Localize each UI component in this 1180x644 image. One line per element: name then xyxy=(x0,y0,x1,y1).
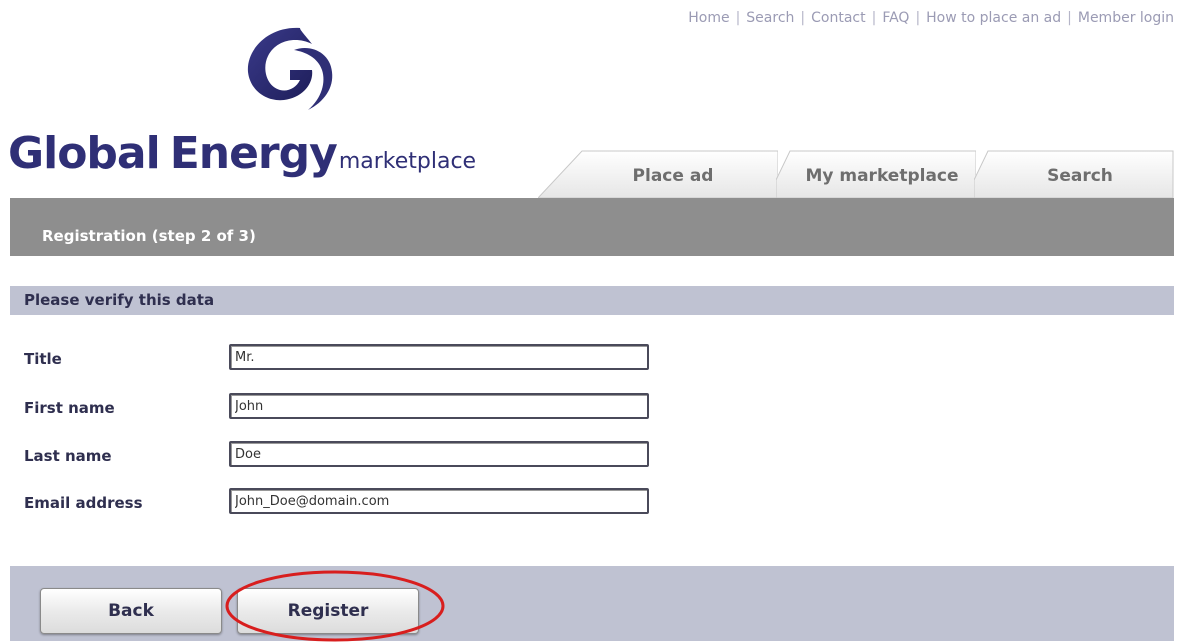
nav-separator: | xyxy=(800,10,806,26)
tab-search-label: Search xyxy=(1047,166,1113,186)
logo-wordmark[interactable]: Global Energymarketplace xyxy=(8,128,476,179)
nav-faq-link[interactable]: FAQ xyxy=(882,10,909,26)
nav-separator: | xyxy=(871,10,877,26)
form-row-email: Email address xyxy=(24,488,664,518)
tab-place-ad[interactable]: Place ad xyxy=(538,150,778,198)
registration-step-bar: Registration (step 2 of 3) xyxy=(10,198,1174,256)
main-tabs: Place ad My marketplace Search xyxy=(538,150,1174,198)
tab-search[interactable]: Search xyxy=(974,150,1174,198)
first-name-input[interactable] xyxy=(229,393,649,419)
title-label: Title xyxy=(24,350,62,368)
last-name-label: Last name xyxy=(24,447,112,465)
nav-how-to-place-ad-link[interactable]: How to place an ad xyxy=(926,10,1061,26)
nav-separator: | xyxy=(735,10,741,26)
nav-home-link[interactable]: Home xyxy=(688,10,729,26)
step-title: Registration (step 2 of 3) xyxy=(42,227,256,245)
nav-member-login-link[interactable]: Member login xyxy=(1078,10,1174,26)
tab-place-ad-label: Place ad xyxy=(632,166,714,186)
nav-contact-link[interactable]: Contact xyxy=(811,10,865,26)
tab-my-marketplace-label: My marketplace xyxy=(805,166,959,186)
last-name-input[interactable] xyxy=(229,441,649,467)
email-input[interactable] xyxy=(229,488,649,514)
section-header: Please verify this data xyxy=(10,286,1174,315)
logo-swirl-icon xyxy=(247,27,333,110)
tab-my-marketplace[interactable]: My marketplace xyxy=(776,150,976,198)
nav-separator: | xyxy=(915,10,921,26)
form-row-first-name: First name xyxy=(24,393,664,423)
logo-word-global: Global xyxy=(8,128,161,179)
section-title: Please verify this data xyxy=(24,291,215,309)
logo-word-marketplace: marketplace xyxy=(338,149,477,174)
first-name-label: First name xyxy=(24,399,115,417)
logo-word-energy: Energy xyxy=(169,128,338,179)
back-button[interactable]: Back xyxy=(40,588,222,634)
nav-separator: | xyxy=(1067,10,1072,26)
email-label: Email address xyxy=(24,494,143,512)
form-row-last-name: Last name xyxy=(24,441,664,471)
nav-search-link[interactable]: Search xyxy=(746,10,794,26)
register-button[interactable]: Register xyxy=(237,588,419,634)
title-input[interactable] xyxy=(229,344,649,370)
form-row-title: Title xyxy=(24,344,664,374)
top-navigation: Home | Search | Contact | FAQ | How to place an … xyxy=(688,10,1174,26)
